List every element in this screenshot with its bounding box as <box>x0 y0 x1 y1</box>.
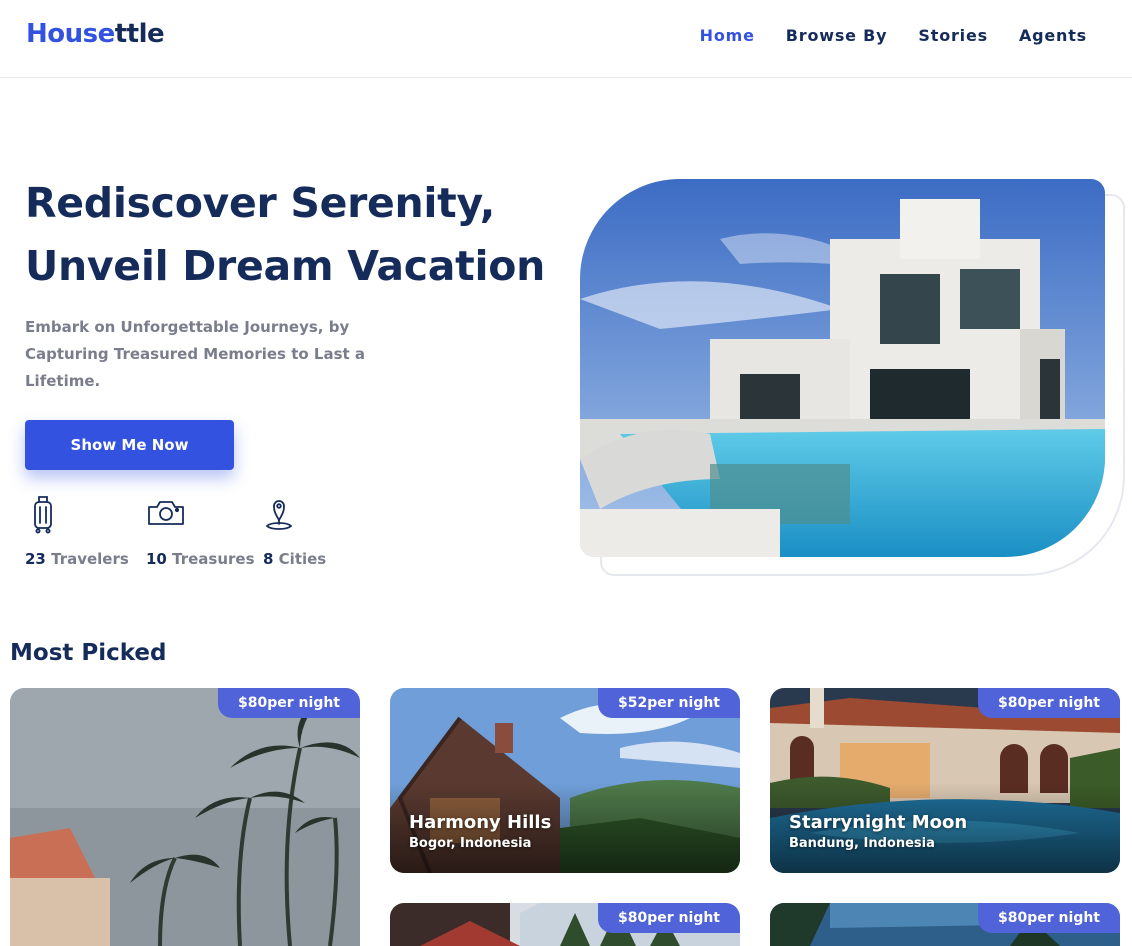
palm-trees-image <box>10 688 360 946</box>
camera-icon <box>146 494 255 534</box>
price-badge: $80per night <box>218 688 360 718</box>
property-location: Bogor, Indonesia <box>409 836 532 851</box>
suitcase-icon <box>25 494 129 534</box>
property-card[interactable]: $80per night <box>390 903 740 946</box>
price-badge: $80per night <box>598 903 740 933</box>
nav-home[interactable]: Home <box>700 26 755 45</box>
stat-travelers: 23 Travelers <box>25 494 129 568</box>
property-name: Starrynight Moon <box>789 812 968 833</box>
hero-subtitle: Embark on Unforgettable Journeys, by Cap… <box>25 318 366 390</box>
most-picked-title: Most Picked <box>10 640 167 666</box>
stat-treasures: 10 Treasures <box>146 494 255 568</box>
hero-title-line-1: Rediscover Serenity, <box>25 179 496 227</box>
stat-cities: 8 Cities <box>263 494 326 568</box>
property-name: Harmony Hills <box>409 812 552 833</box>
price-badge: $80per night <box>978 688 1120 718</box>
property-location: Bandung, Indonesia <box>789 836 935 851</box>
nav-browse-by[interactable]: Browse By <box>786 26 888 45</box>
hero-title-line-2: Unveil Dream Vacation <box>25 242 545 290</box>
property-card[interactable]: $80per night Starrynight Moon Bandung, I… <box>770 688 1120 873</box>
price-badge: $80per night <box>978 903 1120 933</box>
map-pin-icon <box>263 494 326 534</box>
nav-agents[interactable]: Agents <box>1019 26 1087 45</box>
brand-logo[interactable]: Housettle <box>26 19 165 49</box>
site-header: Housettle Home Browse By Stories Agents <box>0 0 1132 78</box>
main-nav: Home Browse By Stories Agents <box>700 26 1087 45</box>
hero-villa-image <box>580 179 1105 557</box>
nav-stories[interactable]: Stories <box>918 26 988 45</box>
show-me-now-button[interactable]: Show Me Now <box>25 420 234 470</box>
property-card[interactable]: $52per night Harmony Hills Bogor, Indone… <box>390 688 740 873</box>
price-badge: $52per night <box>598 688 740 718</box>
property-card[interactable]: $80per night <box>10 688 360 946</box>
property-card[interactable]: $80per night <box>770 903 1120 946</box>
hero-title: Rediscover Serenity, Unveil Dream Vacati… <box>25 172 565 298</box>
